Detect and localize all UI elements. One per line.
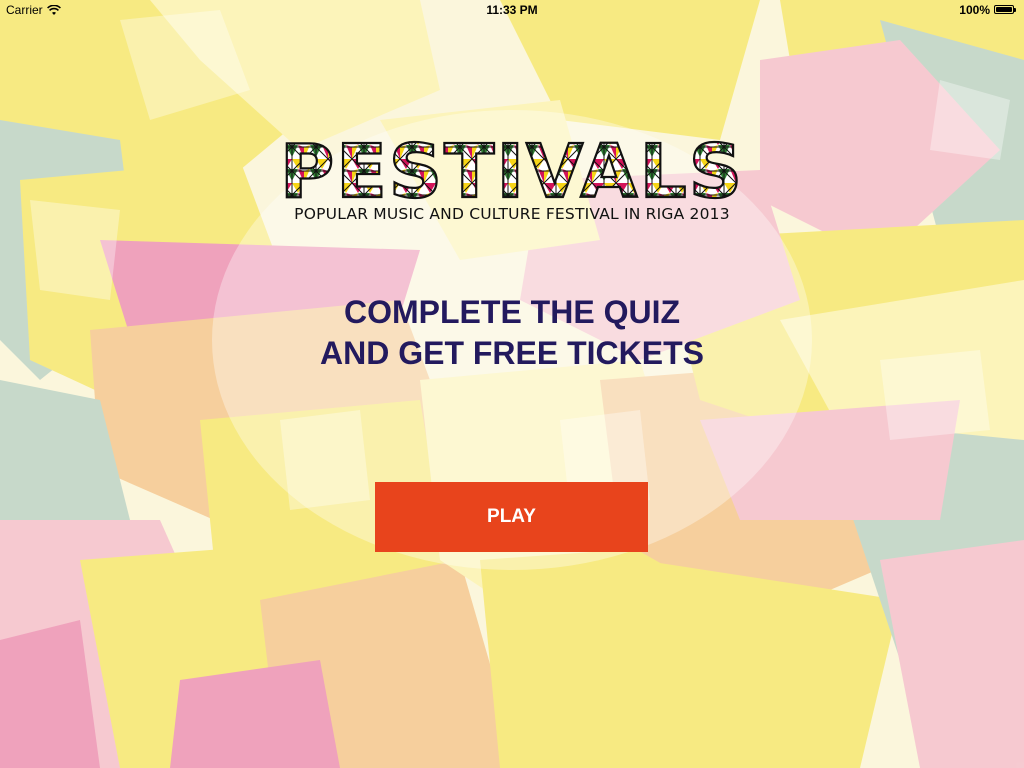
logo-wordmark-text: PESTIVALS	[280, 135, 744, 205]
headline-line-1: COMPLETE THE QUIZ	[344, 294, 680, 330]
status-bar: Carrier 11:33 PM 100%	[0, 0, 1024, 20]
logo-subtitle: POPULAR MUSIC AND CULTURE FESTIVAL IN RI…	[294, 205, 730, 223]
play-button[interactable]: PLAY	[375, 482, 648, 552]
festival-logo: PESTIVALS POPULAR MUSIC AND CULTURE FEST…	[232, 135, 792, 225]
quiz-start-screen: Carrier 11:33 PM 100% PESTIVALS POPULAR …	[0, 0, 1024, 768]
status-right: 100%	[959, 3, 1018, 17]
status-time: 11:33 PM	[486, 3, 538, 17]
battery-percentage: 100%	[959, 3, 990, 17]
background-polygons	[0, 0, 1024, 768]
battery-icon	[994, 5, 1018, 15]
headline-line-2: AND GET FREE TICKETS	[319, 335, 704, 371]
quiz-headline: COMPLETE THE QUIZ AND GET FREE TICKETS	[212, 292, 812, 374]
logo-wordmark: PESTIVALS	[279, 135, 744, 205]
